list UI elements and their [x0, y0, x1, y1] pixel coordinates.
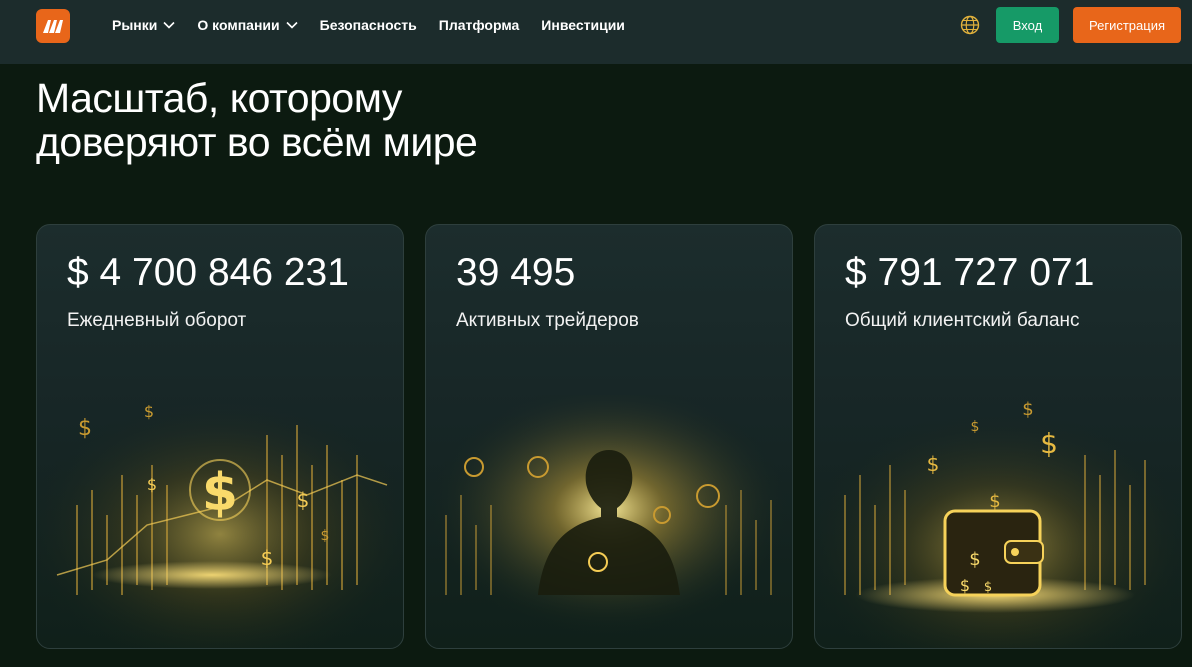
register-button[interactable]: Регистрация	[1073, 7, 1181, 43]
page-title-line-1: Масштаб, которому	[36, 75, 402, 121]
glowing-trader-silhouette-illustration	[426, 395, 792, 648]
nav-item-label: Рынки	[112, 17, 158, 33]
stat-card-client-balance: $ 791 727 071 Общий клиентский баланс $ …	[814, 224, 1182, 649]
page-title: Масштаб, которому доверяют во всём мире	[36, 76, 736, 164]
svg-text:$: $	[144, 402, 154, 421]
gold-dollar-coins-illustration: $ $ $ $ $ $ $	[37, 395, 403, 648]
svg-text:$: $	[261, 546, 274, 570]
brand-m-logo-icon	[43, 20, 63, 33]
stat-label: Ежедневный оборот	[67, 310, 247, 331]
svg-text:$: $	[984, 580, 992, 595]
main-nav: Рынки О компании Безопасность Платформа …	[112, 0, 647, 50]
svg-text:$: $	[321, 528, 330, 544]
stat-value: 39 495	[456, 251, 576, 294]
svg-text:$: $	[147, 475, 157, 494]
page-title-line-2: доверяют во всём мире	[36, 119, 478, 165]
login-button[interactable]: Вход	[996, 7, 1059, 43]
svg-text:$: $	[1022, 399, 1033, 420]
nav-item-security[interactable]: Безопасность	[320, 17, 417, 33]
globe-icon[interactable]	[960, 15, 980, 35]
svg-text:$: $	[297, 488, 310, 512]
nav-item-platform[interactable]: Платформа	[439, 17, 520, 33]
nav-item-label: Платформа	[438, 17, 520, 33]
stat-value: $ 791 727 071	[845, 251, 1095, 294]
golden-wallet-illustration: $ $ $ $ $ $ $ $	[815, 395, 1181, 648]
nav-item-label: О компании	[197, 17, 280, 33]
svg-text:$: $	[989, 491, 1000, 512]
svg-text:$: $	[969, 549, 980, 570]
stat-label: Общий клиентский баланс	[845, 310, 1080, 331]
nav-item-label: Безопасность	[319, 17, 417, 33]
svg-text:$: $	[1040, 427, 1058, 460]
stat-card-active-traders: 39 495 Активных трейдеров	[425, 224, 793, 649]
svg-text:$: $	[78, 416, 92, 441]
nav-item-label: Инвестиции	[541, 17, 625, 33]
brand-logo[interactable]	[36, 9, 70, 43]
top-navigation-bar: Рынки О компании Безопасность Платформа …	[0, 0, 1192, 64]
nav-item-about[interactable]: О компании	[197, 17, 298, 33]
svg-text:$: $	[971, 419, 980, 435]
nav-item-investments[interactable]: Инвестиции	[541, 17, 625, 33]
chevron-down-icon	[163, 21, 175, 29]
chevron-down-icon	[286, 21, 298, 29]
svg-text:$: $	[202, 463, 238, 523]
nav-item-markets[interactable]: Рынки	[112, 17, 175, 33]
stat-card-daily-turnover: $ 4 700 846 231 Ежедневный оборот $ $ $ …	[36, 224, 404, 649]
stat-value: $ 4 700 846 231	[67, 251, 349, 294]
stat-label: Активных трейдеров	[456, 310, 639, 331]
svg-text:$: $	[960, 576, 970, 595]
svg-text:$: $	[927, 452, 940, 476]
